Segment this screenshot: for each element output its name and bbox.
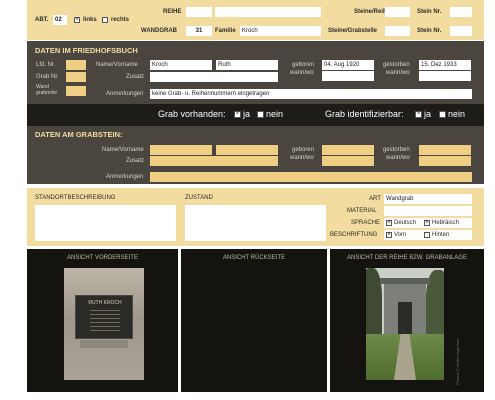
gs-name-field[interactable] — [150, 145, 212, 155]
wand-field[interactable] — [66, 86, 86, 96]
vorn-label: Vorn — [394, 232, 407, 238]
mausoleum-door — [398, 302, 412, 334]
plaque-inscription — [90, 310, 120, 334]
links-checkbox[interactable]: × — [74, 17, 80, 23]
gs-vorname-field[interactable] — [216, 145, 278, 155]
grab-vorhanden-ja-checkbox[interactable]: × — [234, 111, 241, 118]
hebraeisch-label: Hebräisch — [432, 220, 460, 226]
material-label: MATERIAL — [347, 208, 377, 214]
grab-nr-field[interactable] — [66, 72, 86, 82]
stein-nr-label: Stein Nr. — [417, 9, 442, 15]
gs-geboren-field[interactable] — [322, 145, 374, 155]
rechts-checkbox[interactable] — [102, 17, 108, 23]
grab-ident-nein-checkbox[interactable] — [439, 111, 446, 118]
steine-grabstelle-field[interactable] — [385, 26, 410, 36]
lfd-nr-field[interactable] — [66, 60, 86, 70]
lfd-nr-label: Lfd. Nr. — [36, 62, 56, 68]
plaque-shadow — [80, 340, 128, 348]
vorderseite-photo[interactable]: RUTH KROCH — [64, 268, 144, 380]
grab-vorhanden-nein-label: nein — [266, 109, 284, 119]
art-field[interactable]: Wandgrab — [384, 194, 472, 204]
sprache-label: SPRACHE — [351, 220, 381, 226]
gs-zusatz-field[interactable] — [150, 156, 278, 166]
gs-gestorben-field[interactable] — [419, 145, 471, 155]
standort-label: STANDORTBESCHREIBUNG — [35, 195, 116, 201]
gestorben-wannwo-field[interactable] — [419, 71, 471, 81]
vorname-field[interactable]: Ruth — [216, 60, 278, 70]
grab-ident-ja-label: ja — [424, 109, 432, 119]
hebraeisch-checkbox[interactable]: × — [424, 220, 430, 226]
wand-label: Wand grabreihe — [36, 84, 58, 96]
geboren-wannwo-field[interactable] — [322, 71, 374, 81]
plaque: RUTH KROCH — [75, 295, 133, 339]
mausoleum-roof — [380, 278, 430, 284]
plaque-name: RUTH KROCH — [88, 300, 122, 306]
reihe-label: REIHE — [163, 9, 182, 15]
photo-panel-rueckseite — [181, 249, 327, 392]
gs-zusatz-label: Zusatz — [126, 158, 145, 164]
anmerkungen-label: Anmerkungen — [106, 91, 144, 97]
familie-field[interactable]: Kroch — [240, 26, 321, 36]
grab-ident-label: Grab identifizierbar: — [325, 109, 404, 119]
gs-gestorben-label: gestorben — [383, 147, 410, 153]
material-field[interactable] — [384, 206, 472, 216]
art-label: ART — [369, 196, 381, 202]
name-label: Name/Vorname — [96, 62, 138, 68]
gs-wannwo-label-1: wann/wo — [290, 155, 314, 161]
gestorben-label: gestorben — [383, 62, 410, 68]
reihe-header: ANSICHT DER REIHE BZW. GRABANLAGE — [347, 255, 467, 261]
zustand-field[interactable] — [185, 205, 326, 241]
links-label: links — [83, 17, 97, 23]
vorn-checkbox[interactable]: × — [386, 232, 392, 238]
steine-grabstelle-label: Steine/Grabstelle — [328, 28, 378, 34]
abt-field[interactable]: 02 — [53, 15, 67, 25]
grab-vorhanden-ja-label: ja — [243, 109, 251, 119]
wannwo-label-2: wann/wo — [386, 70, 410, 76]
beschriftung-label: BESCHRIFTUNG — [330, 232, 378, 238]
zustand-label: ZUSTAND — [185, 195, 213, 201]
standort-field[interactable] — [35, 205, 176, 241]
gs-anmerkungen-label: Anmerkungen — [106, 174, 144, 180]
deutsch-checkbox[interactable]: × — [386, 220, 392, 226]
grab-ident-nein-label: nein — [448, 109, 466, 119]
stein-nr2-label: Stein Nr. — [417, 28, 442, 34]
grab-nr-label: Grab Nr. — [36, 74, 59, 80]
reihe-photo[interactable] — [366, 268, 444, 380]
gs-gestorben-wannwo-field[interactable] — [419, 156, 471, 166]
wannwo-label-1: wann/wo — [290, 70, 314, 76]
hinten-checkbox[interactable] — [424, 232, 430, 238]
friedhofsbuch-title: DATEN IM FRIEDHOFSBUCH — [35, 46, 138, 55]
wandgrab-field[interactable]: 31 — [186, 26, 212, 36]
grab-vorhanden-nein-checkbox[interactable] — [257, 111, 264, 118]
familie-label: Familie — [215, 28, 236, 34]
name-field[interactable]: Kroch — [150, 60, 212, 70]
deutsch-label: Deutsch — [394, 220, 417, 226]
stein-nr2-field[interactable] — [450, 26, 472, 36]
geboren-label: geboren — [292, 62, 315, 68]
abt-label: ABT. — [35, 17, 49, 23]
gs-wannwo-label-2: wann/wo — [386, 155, 410, 161]
wandgrab-label: WANDGRAB — [141, 28, 177, 34]
anmerkungen-field[interactable]: keine Grab- u. Reihennummern eingetragen — [150, 89, 472, 99]
grabstein-title: DATEN AM GRABSTEIN: — [35, 130, 123, 139]
reihe-field-2[interactable] — [215, 7, 321, 17]
gestorben-field[interactable]: 15. Dez 1933 — [419, 60, 471, 70]
zusatz-label: Zusatz — [126, 74, 145, 80]
steine-reihe-field[interactable] — [385, 7, 410, 17]
photo-credit: Photos © Ulrike Hagedorn — [455, 338, 460, 385]
geboren-field[interactable]: 04. Aug 1920 — [322, 60, 374, 70]
gs-anmerkungen-field[interactable] — [150, 172, 472, 182]
zusatz-field[interactable] — [150, 72, 278, 82]
grab-vorhanden-label: Grab vorhanden: — [158, 109, 226, 119]
rechts-label: rechts — [111, 17, 130, 23]
vorderseite-header: ANSICHT VORDERSEITE — [67, 255, 138, 261]
rueckseite-header: ANSICHT RÜCKSEITE — [222, 255, 286, 261]
hinten-label: Hinten — [432, 232, 450, 238]
stein-nr-field[interactable] — [450, 7, 472, 17]
gs-geboren-label: geboren — [292, 147, 315, 153]
gs-name-label: Name/Vorname — [102, 147, 144, 153]
grab-ident-ja-checkbox[interactable]: × — [415, 111, 422, 118]
reihe-field-1[interactable] — [186, 7, 212, 17]
gs-geboren-wannwo-field[interactable] — [322, 156, 374, 166]
